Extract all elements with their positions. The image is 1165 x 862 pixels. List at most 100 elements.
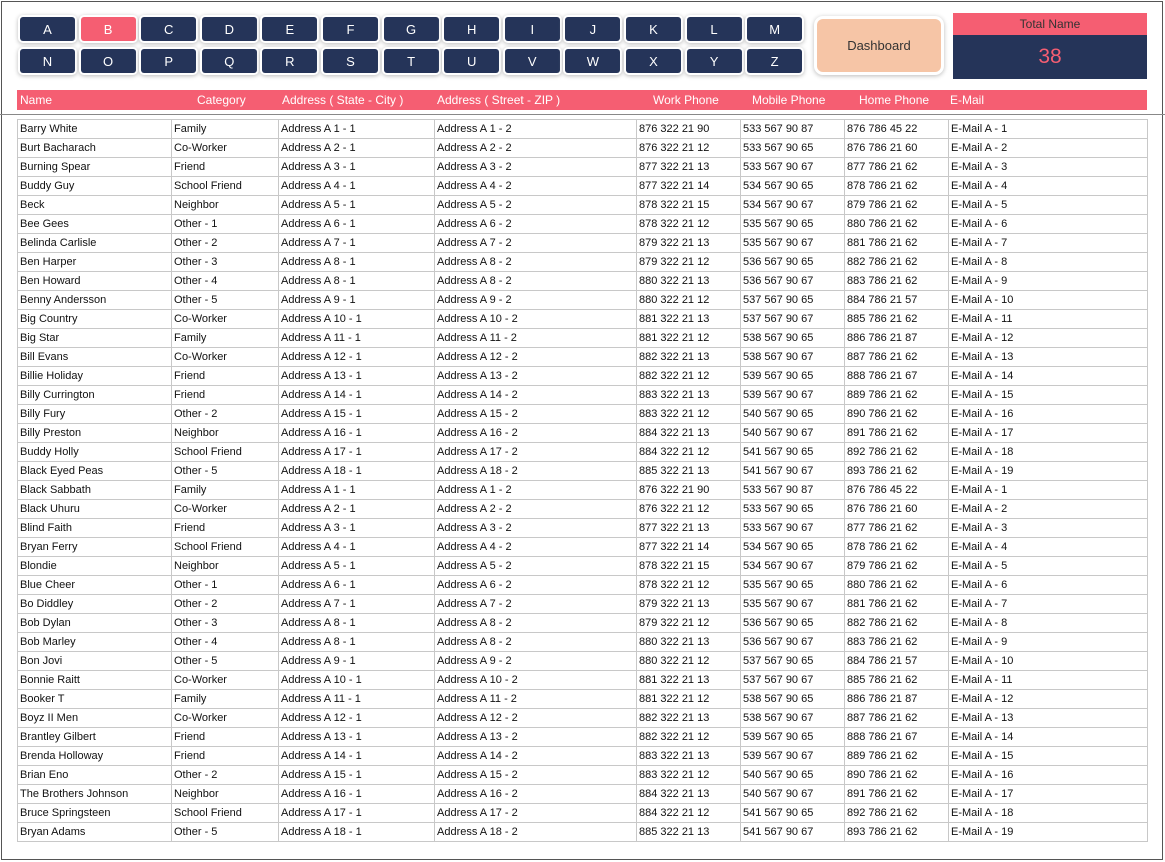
- cell-email[interactable]: E-Mail A - 19: [948, 461, 1148, 481]
- cell-home-phone[interactable]: 885 786 21 62: [844, 670, 949, 690]
- cell-mobile-phone[interactable]: 538 567 90 67: [740, 347, 845, 367]
- letter-button-e[interactable]: E: [262, 17, 318, 41]
- cell-email[interactable]: E-Mail A - 5: [948, 556, 1148, 576]
- cell-category[interactable]: Family: [171, 119, 279, 139]
- cell-address-state-city[interactable]: Address A 8 - 1: [278, 252, 435, 272]
- cell-name[interactable]: Blue Cheer: [17, 575, 172, 595]
- cell-category[interactable]: Other - 2: [171, 594, 279, 614]
- cell-name[interactable]: Brian Eno: [17, 765, 172, 785]
- cell-mobile-phone[interactable]: 533 567 90 65: [740, 499, 845, 519]
- cell-mobile-phone[interactable]: 539 567 90 67: [740, 746, 845, 766]
- cell-address-street-zip[interactable]: Address A 12 - 2: [434, 708, 637, 728]
- letter-button-r[interactable]: R: [262, 49, 318, 73]
- cell-category[interactable]: Co-Worker: [171, 347, 279, 367]
- cell-category[interactable]: Other - 4: [171, 632, 279, 652]
- cell-category[interactable]: Co-Worker: [171, 309, 279, 329]
- cell-email[interactable]: E-Mail A - 15: [948, 385, 1148, 405]
- cell-address-street-zip[interactable]: Address A 12 - 2: [434, 347, 637, 367]
- cell-category[interactable]: Other - 5: [171, 822, 279, 842]
- letter-button-n[interactable]: N: [20, 49, 75, 73]
- cell-home-phone[interactable]: 890 786 21 62: [844, 765, 949, 785]
- cell-email[interactable]: E-Mail A - 2: [948, 138, 1148, 158]
- cell-category[interactable]: School Friend: [171, 803, 279, 823]
- cell-home-phone[interactable]: 881 786 21 62: [844, 233, 949, 253]
- cell-address-state-city[interactable]: Address A 4 - 1: [278, 537, 435, 557]
- cell-mobile-phone[interactable]: 536 567 90 65: [740, 252, 845, 272]
- cell-email[interactable]: E-Mail A - 9: [948, 271, 1148, 291]
- cell-address-state-city[interactable]: Address A 8 - 1: [278, 613, 435, 633]
- cell-name[interactable]: Booker T: [17, 689, 172, 709]
- cell-category[interactable]: Other - 1: [171, 575, 279, 595]
- cell-name[interactable]: Billie Holiday: [17, 366, 172, 386]
- cell-home-phone[interactable]: 876 786 45 22: [844, 480, 949, 500]
- cell-work-phone[interactable]: 876 322 21 12: [636, 138, 741, 158]
- cell-email[interactable]: E-Mail A - 16: [948, 404, 1148, 424]
- cell-email[interactable]: E-Mail A - 4: [948, 176, 1148, 196]
- cell-name[interactable]: Bryan Adams: [17, 822, 172, 842]
- cell-address-street-zip[interactable]: Address A 18 - 2: [434, 822, 637, 842]
- cell-name[interactable]: Black Uhuru: [17, 499, 172, 519]
- cell-work-phone[interactable]: 877 322 21 14: [636, 537, 741, 557]
- cell-email[interactable]: E-Mail A - 9: [948, 632, 1148, 652]
- cell-name[interactable]: Buddy Holly: [17, 442, 172, 462]
- cell-home-phone[interactable]: 882 786 21 62: [844, 613, 949, 633]
- cell-category[interactable]: Other - 3: [171, 613, 279, 633]
- cell-address-state-city[interactable]: Address A 1 - 1: [278, 119, 435, 139]
- letter-button-u[interactable]: U: [444, 49, 500, 73]
- cell-home-phone[interactable]: 879 786 21 62: [844, 556, 949, 576]
- cell-mobile-phone[interactable]: 541 567 90 65: [740, 442, 845, 462]
- cell-name[interactable]: The Brothers Johnson: [17, 784, 172, 804]
- letter-button-o[interactable]: O: [80, 49, 136, 73]
- cell-work-phone[interactable]: 880 322 21 12: [636, 290, 741, 310]
- cell-address-state-city[interactable]: Address A 5 - 1: [278, 195, 435, 215]
- cell-mobile-phone[interactable]: 533 567 90 65: [740, 138, 845, 158]
- cell-name[interactable]: Blondie: [17, 556, 172, 576]
- cell-work-phone[interactable]: 883 322 21 13: [636, 746, 741, 766]
- cell-category[interactable]: Other - 2: [171, 765, 279, 785]
- letter-button-c[interactable]: C: [141, 17, 197, 41]
- cell-category[interactable]: Family: [171, 328, 279, 348]
- cell-address-street-zip[interactable]: Address A 11 - 2: [434, 689, 637, 709]
- letter-button-l[interactable]: L: [686, 17, 742, 41]
- cell-email[interactable]: E-Mail A - 2: [948, 499, 1148, 519]
- cell-mobile-phone[interactable]: 535 567 90 67: [740, 233, 845, 253]
- cell-mobile-phone[interactable]: 535 567 90 65: [740, 575, 845, 595]
- cell-work-phone[interactable]: 884 322 21 13: [636, 784, 741, 804]
- cell-address-state-city[interactable]: Address A 18 - 1: [278, 461, 435, 481]
- cell-address-state-city[interactable]: Address A 8 - 1: [278, 632, 435, 652]
- cell-address-street-zip[interactable]: Address A 10 - 2: [434, 670, 637, 690]
- cell-home-phone[interactable]: 889 786 21 62: [844, 746, 949, 766]
- cell-address-street-zip[interactable]: Address A 4 - 2: [434, 537, 637, 557]
- cell-address-street-zip[interactable]: Address A 13 - 2: [434, 727, 637, 747]
- cell-work-phone[interactable]: 883 322 21 12: [636, 404, 741, 424]
- cell-work-phone[interactable]: 878 322 21 15: [636, 195, 741, 215]
- cell-category[interactable]: Other - 5: [171, 290, 279, 310]
- cell-name[interactable]: Billy Currington: [17, 385, 172, 405]
- cell-home-phone[interactable]: 893 786 21 62: [844, 822, 949, 842]
- cell-work-phone[interactable]: 885 322 21 13: [636, 822, 741, 842]
- cell-name[interactable]: Benny Andersson: [17, 290, 172, 310]
- cell-address-state-city[interactable]: Address A 12 - 1: [278, 347, 435, 367]
- cell-address-street-zip[interactable]: Address A 7 - 2: [434, 594, 637, 614]
- cell-email[interactable]: E-Mail A - 4: [948, 537, 1148, 557]
- cell-address-street-zip[interactable]: Address A 14 - 2: [434, 385, 637, 405]
- cell-email[interactable]: E-Mail A - 15: [948, 746, 1148, 766]
- cell-work-phone[interactable]: 876 322 21 90: [636, 119, 741, 139]
- cell-home-phone[interactable]: 886 786 21 87: [844, 328, 949, 348]
- cell-name[interactable]: Belinda Carlisle: [17, 233, 172, 253]
- cell-name[interactable]: Bryan Ferry: [17, 537, 172, 557]
- cell-address-state-city[interactable]: Address A 10 - 1: [278, 309, 435, 329]
- cell-work-phone[interactable]: 879 322 21 12: [636, 613, 741, 633]
- cell-address-street-zip[interactable]: Address A 17 - 2: [434, 442, 637, 462]
- cell-home-phone[interactable]: 876 786 21 60: [844, 138, 949, 158]
- cell-address-state-city[interactable]: Address A 3 - 1: [278, 157, 435, 177]
- cell-work-phone[interactable]: 883 322 21 12: [636, 765, 741, 785]
- cell-address-street-zip[interactable]: Address A 5 - 2: [434, 195, 637, 215]
- cell-mobile-phone[interactable]: 533 567 90 67: [740, 518, 845, 538]
- cell-mobile-phone[interactable]: 533 567 90 67: [740, 157, 845, 177]
- letter-button-d[interactable]: D: [201, 17, 257, 41]
- cell-email[interactable]: E-Mail A - 7: [948, 594, 1148, 614]
- cell-address-street-zip[interactable]: Address A 7 - 2: [434, 233, 637, 253]
- cell-work-phone[interactable]: 878 322 21 15: [636, 556, 741, 576]
- cell-mobile-phone[interactable]: 539 567 90 67: [740, 385, 845, 405]
